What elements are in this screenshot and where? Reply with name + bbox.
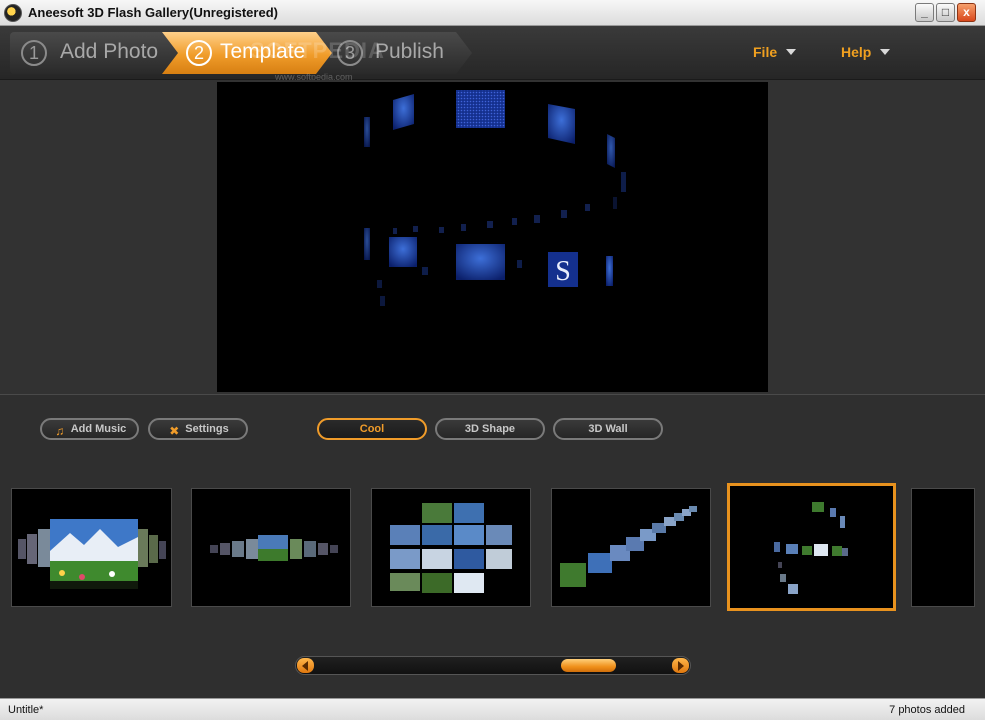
add-music-button[interactable]: ♫ Add Music (40, 418, 139, 440)
chevron-down-icon (880, 49, 891, 55)
template-thumbnail[interactable] (911, 488, 975, 607)
wizard-steps: 1 Add Photo 3 Publish 2 Template (10, 32, 472, 74)
spiral-preview-graphic (774, 502, 848, 594)
file-menu-label: File (753, 44, 778, 60)
spiral-gallery-graphic: S (364, 90, 626, 306)
preview-logo-letter: S (555, 256, 571, 287)
title-bar: Aneesoft 3D Flash Gallery(Unregistered) … (0, 0, 985, 26)
step-label: Publish (375, 40, 444, 63)
template-thumbnail[interactable] (191, 488, 351, 607)
help-menu[interactable]: Help (841, 44, 891, 60)
template-thumbnail-selected[interactable] (727, 483, 896, 611)
document-name: Untitle* (8, 704, 44, 716)
tab-3d-shape[interactable]: 3D Shape (435, 418, 545, 440)
status-bar: Untitle* 7 photos added (0, 698, 985, 720)
tab-cool[interactable]: Cool (317, 418, 427, 440)
minimize-button[interactable]: _ (915, 3, 934, 22)
gallery-preview[interactable]: S (217, 82, 768, 392)
carousel-preview-graphic (18, 519, 166, 589)
lower-ring-tiles: S (364, 228, 613, 306)
step-number: 2 (186, 40, 212, 66)
maximize-button[interactable]: □ (936, 3, 955, 22)
settings-label: Settings (185, 423, 229, 435)
settings-button[interactable]: ✖ Settings (148, 418, 248, 440)
add-music-label: Add Music (70, 423, 127, 435)
file-menu[interactable]: File (753, 44, 797, 60)
step-add-photo[interactable]: 1 Add Photo (10, 32, 178, 74)
grid-wall-preview-graphic (390, 503, 512, 593)
music-note-plus-icon: ♫ (55, 424, 65, 438)
thumbnail-scrollbar[interactable] (295, 656, 691, 675)
scroll-thumb[interactable] (561, 659, 616, 672)
diagonal-stack-preview-graphic (560, 506, 697, 587)
upper-ring-tiles (364, 90, 626, 209)
chevron-down-icon (786, 49, 797, 55)
arrow-left-icon (302, 661, 308, 671)
help-menu-label: Help (841, 44, 872, 60)
app-logo-icon (4, 4, 22, 22)
close-button[interactable]: x (957, 3, 976, 22)
tab-3d-wall[interactable]: 3D Wall (553, 418, 663, 440)
template-thumbnail[interactable] (551, 488, 711, 607)
window-title: Aneesoft 3D Flash Gallery(Unregistered) (28, 5, 278, 20)
step-bar: 1 Add Photo 3 Publish 2 Template SOFTPED… (0, 26, 985, 82)
flat-row-preview-graphic (210, 535, 338, 561)
preview-panel: S (0, 80, 985, 395)
app-window: Aneesoft 3D Flash Gallery(Unregistered) … (0, 0, 985, 720)
template-thumbnail[interactable] (11, 488, 172, 607)
arrow-right-icon (678, 661, 684, 671)
scroll-left-button[interactable] (297, 658, 314, 673)
photo-count: 7 photos added (889, 704, 965, 716)
step-number: 1 (21, 40, 47, 66)
template-thumbnail[interactable] (371, 488, 531, 607)
tools-icon: ✖ (169, 424, 180, 438)
scroll-right-button[interactable] (672, 658, 689, 673)
watermark-text: SOFTPEDIA (250, 38, 385, 63)
middle-trail-tiles (393, 204, 590, 234)
step-label: Add Photo (60, 40, 159, 63)
